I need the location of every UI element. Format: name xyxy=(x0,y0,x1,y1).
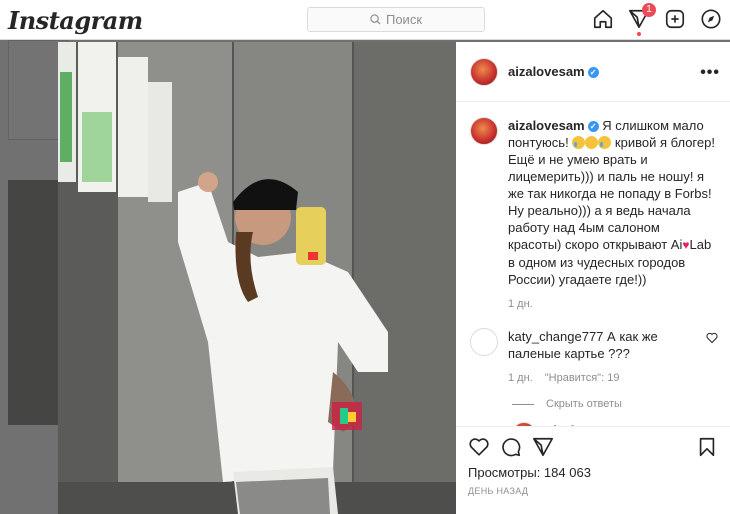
comment-time[interactable]: 1 дн. xyxy=(508,372,533,384)
hide-replies-toggle[interactable]: Скрыть ответы xyxy=(512,398,716,410)
nav-icons: 1 xyxy=(592,3,722,36)
explore-compass-icon[interactable] xyxy=(700,8,722,30)
view-count[interactable]: Просмотры: 184 063 xyxy=(468,465,718,480)
author-username[interactable]: aizalovesam ✓ xyxy=(508,64,599,79)
commenter-username[interactable]: katy_change777 xyxy=(508,329,603,344)
hide-replies-line xyxy=(512,403,534,405)
post-modal: aizalovesam ✓ ••• aizalovesam ✓ Я слишком … xyxy=(58,42,730,514)
home-icon[interactable] xyxy=(592,8,614,30)
direct-messages-icon[interactable]: 1 xyxy=(628,3,656,36)
comment-bubble-icon[interactable] xyxy=(500,436,522,458)
comment-meta: 1 дн. "Нравится": 19 xyxy=(508,372,698,384)
share-send-icon[interactable] xyxy=(532,436,554,458)
commenter-avatar[interactable] xyxy=(470,328,498,356)
comment-likes[interactable]: "Нравится": 19 xyxy=(545,372,620,384)
caption: aizalovesam ✓ Я слишком мало понтуюсь! кр… xyxy=(470,117,716,310)
search-placeholder: Поиск xyxy=(385,12,423,27)
crying-face-emoji xyxy=(598,136,612,149)
comment-item: katy_change777 А как же паленые картье ?… xyxy=(470,328,718,384)
caption-meta: 1 дн. xyxy=(508,298,716,310)
new-post-icon[interactable] xyxy=(664,8,686,30)
comments-section: aizalovesam ✓ Я слишком мало понтуюсь! кр… xyxy=(456,103,730,458)
notification-badge: 1 xyxy=(642,3,656,17)
caption-time[interactable]: 1 дн. xyxy=(508,298,533,310)
instagram-logo[interactable]: Instagram xyxy=(8,6,143,35)
search-icon xyxy=(370,14,381,25)
verified-badge-icon: ✓ xyxy=(587,67,599,78)
post-header: aizalovesam ✓ ••• xyxy=(456,42,730,102)
crying-face-emoji xyxy=(572,136,586,149)
save-bookmark-icon[interactable] xyxy=(696,435,718,459)
more-options-icon[interactable]: ••• xyxy=(700,64,720,82)
post-details-panel: aizalovesam ✓ ••• aizalovesam ✓ Я слишком … xyxy=(456,42,730,514)
top-navigation-bar: Instagram Поиск 1 xyxy=(0,0,730,40)
caption-text: aizalovesam ✓ Я слишком мало понтуюсь! кр… xyxy=(508,118,715,287)
post-timestamp[interactable]: ДЕНЬ НАЗАД xyxy=(468,486,718,496)
action-icons xyxy=(468,435,718,459)
caption-author-avatar[interactable] xyxy=(470,117,498,145)
cat-face-emoji xyxy=(585,136,599,149)
caption-author-username[interactable]: aizalovesam ✓ xyxy=(508,118,599,133)
author-avatar[interactable] xyxy=(470,57,498,86)
comment-like-heart-icon[interactable] xyxy=(706,332,718,344)
like-heart-icon[interactable] xyxy=(468,436,490,458)
post-actions: Просмотры: 184 063 ДЕНЬ НАЗАД xyxy=(456,426,730,514)
verified-badge-icon: ✓ xyxy=(587,121,599,132)
elevator-selfie-illustration xyxy=(58,42,456,514)
comment-text: katy_change777 А как же паленые картье ?… xyxy=(508,329,658,361)
activity-dot xyxy=(637,32,641,36)
post-photo[interactable] xyxy=(58,42,456,514)
search-box[interactable]: Поиск xyxy=(307,7,485,32)
